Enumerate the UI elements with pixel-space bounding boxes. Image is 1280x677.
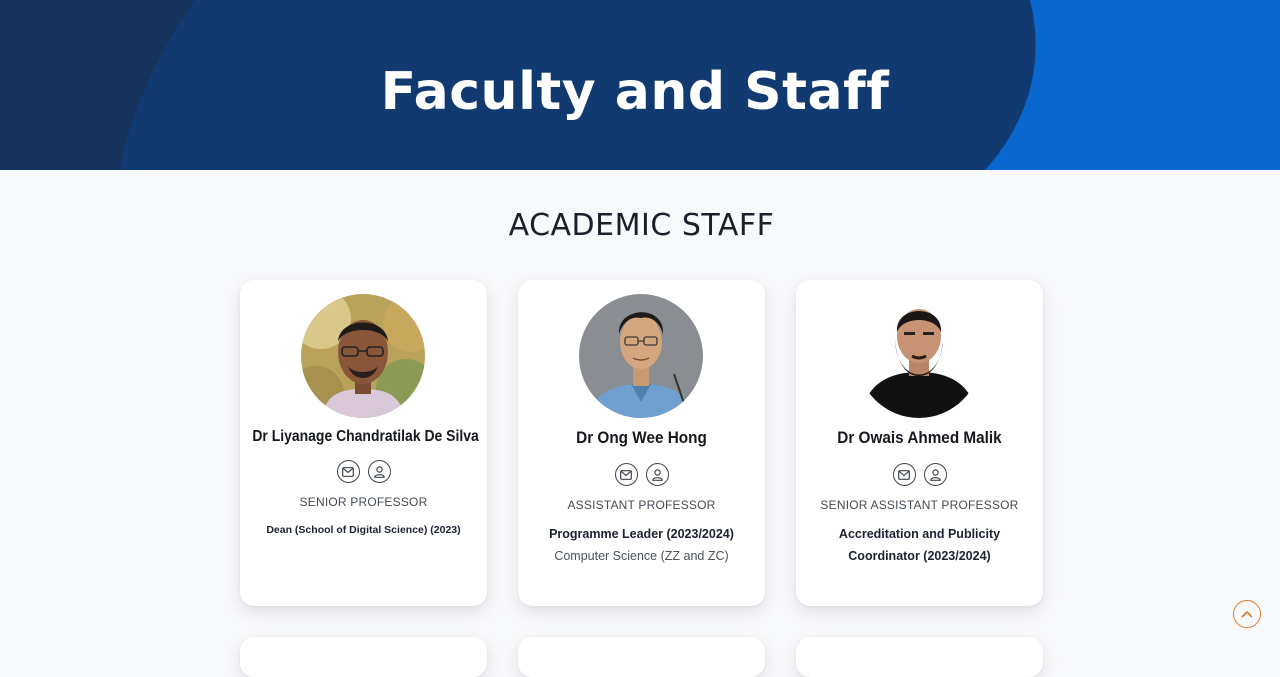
scroll-to-top-button[interactable] (1233, 600, 1261, 628)
staff-role: Dean (School of Digital Science) (2023) (266, 524, 461, 536)
staff-position: SENIOR PROFESSOR (299, 495, 428, 509)
contact-links (796, 463, 1043, 486)
staff-department: Computer Science (ZZ and ZC) (554, 549, 729, 563)
staff-photo (301, 294, 425, 418)
staff-card: Dr Ong Wee Hong ASSISTANT PROFESSOR Prog… (518, 280, 765, 606)
staff-role: Accreditation and Publicity Coordinator … (838, 527, 1001, 563)
staff-card: Dr Owais Ahmed Malik SENIOR ASSISTANT PR… (796, 280, 1043, 606)
email-icon[interactable] (336, 460, 360, 483)
email-icon[interactable] (892, 463, 916, 486)
profile-icon[interactable] (645, 463, 669, 486)
email-icon[interactable] (614, 463, 638, 486)
staff-name: Dr Liyanage Chandratilak De Silva (252, 428, 479, 445)
staff-name: Dr Owais Ahmed Malik (837, 428, 1002, 447)
staff-role: Programme Leader (2023/2024) (549, 527, 734, 541)
page-title: Faculty and Staff (380, 62, 890, 122)
contact-links (240, 460, 487, 483)
staff-position: ASSISTANT PROFESSOR (567, 498, 716, 512)
profile-icon[interactable] (367, 460, 391, 483)
profile-icon[interactable] (923, 463, 947, 486)
contact-links (518, 463, 765, 486)
staff-position: SENIOR ASSISTANT PROFESSOR (820, 498, 1019, 512)
staff-name: Dr Ong Wee Hong (576, 428, 707, 447)
chevron-up-icon (1241, 611, 1253, 618)
staff-card (240, 637, 487, 677)
staff-photo (857, 294, 981, 418)
staff-photo (579, 294, 703, 418)
staff-card: Dr Liyanage Chandratilak De Silva SENIOR… (240, 280, 487, 606)
staff-card (796, 637, 1043, 677)
staff-card (518, 637, 765, 677)
page-hero: Faculty and Staff (0, 0, 1280, 170)
section-title: ACADEMIC STAFF (508, 208, 775, 243)
